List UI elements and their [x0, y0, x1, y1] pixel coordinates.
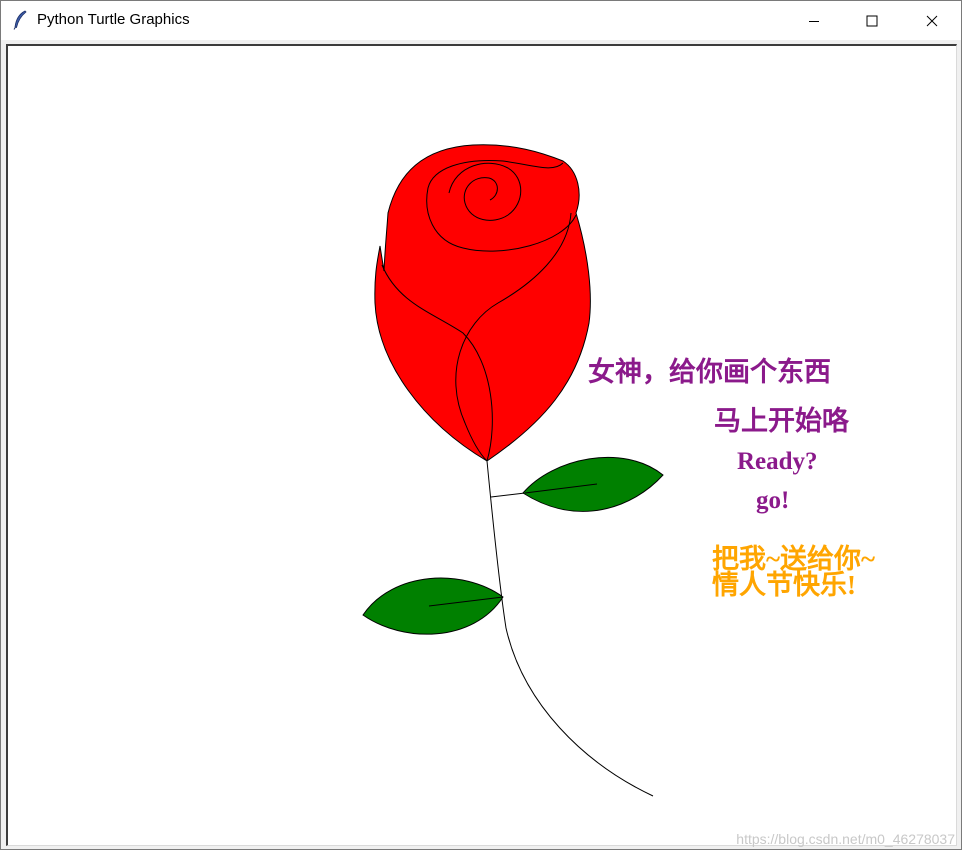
feather-icon: [13, 10, 27, 30]
lower-leaf: [362, 577, 504, 635]
close-button[interactable]: [903, 1, 961, 40]
turtle-canvas[interactable]: 女神，给你画个东西 马上开始咯 Ready? go! 把我~送给你~ 情人节快乐…: [8, 46, 957, 846]
turtle-window: Python Turtle Graphics 女神，给你画个东西 马上开始咯 R…: [0, 0, 962, 850]
minimize-icon: [809, 20, 819, 22]
text-line-3: Ready?: [737, 448, 818, 475]
text-line-1: 女神，给你画个东西: [588, 356, 831, 387]
turtle-canvas-frame[interactable]: 女神，给你画个东西 马上开始咯 Ready? go! 把我~送给你~ 情人节快乐…: [6, 44, 957, 846]
minimize-button[interactable]: [785, 1, 843, 40]
close-icon: [926, 15, 938, 26]
watermark: https://blog.csdn.net/m0_46278037: [736, 831, 955, 847]
rose-body: [374, 144, 591, 462]
text-line-6: 情人节快乐!: [712, 570, 856, 600]
maximize-button[interactable]: [843, 1, 901, 40]
text-line-2: 马上开始咯: [714, 405, 850, 436]
stem-branch-upper: [490, 492, 526, 498]
text-line-4: go!: [756, 487, 789, 514]
maximize-icon: [866, 15, 878, 26]
rose-stem: [486, 460, 654, 797]
window-title: Python Turtle Graphics: [37, 11, 190, 28]
title-bar[interactable]: Python Turtle Graphics: [1, 1, 961, 40]
